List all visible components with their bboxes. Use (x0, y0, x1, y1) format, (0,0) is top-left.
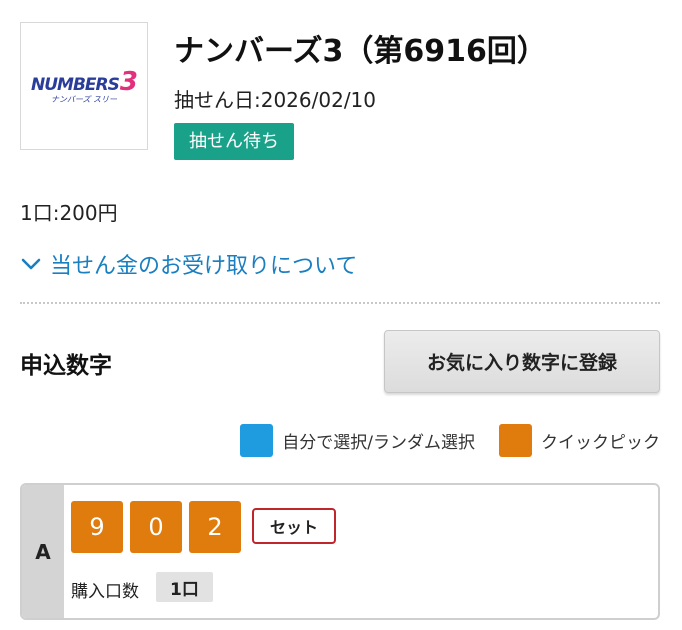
legend-label: クイックピック (541, 433, 660, 453)
quantity-label: 購入口数 (71, 582, 139, 602)
digit-box: 0 (130, 501, 182, 553)
chevron-down-icon (21, 258, 41, 270)
page-title: ナンバーズ3（第6916回） (174, 34, 547, 69)
divider (20, 302, 660, 304)
prize-info-link-text: 当せん金のお受け取りについて (50, 254, 358, 279)
legend-swatch-blue (240, 424, 274, 457)
status-badge: 抽せん待ち (174, 123, 294, 160)
digit-box: 2 (189, 501, 241, 553)
legend-swatch-orange (499, 424, 532, 457)
legend-label: 自分で選択/ランダム選択 (282, 433, 475, 453)
quantity-value: 1口 (156, 572, 213, 602)
section-title: 申込数字 (20, 353, 112, 379)
row-label: A (22, 485, 64, 618)
selected-digits: 9 0 2 (71, 501, 241, 553)
entry-row-a: A 9 0 2 セット 購入口数 1口 (20, 483, 660, 620)
selection-legend: 自分で選択/ランダム選択 クイックピック (240, 424, 660, 457)
lottery-header: NUMBERS 3 ナンバーズ スリー ナンバーズ3（第6916回） 抽せん日:2… (20, 22, 660, 160)
digit-box: 9 (71, 501, 123, 553)
legend-item-quickpick: クイックピック (499, 424, 660, 457)
numbers3-logo: NUMBERS 3 ナンバーズ スリー (20, 22, 148, 150)
prize-info-toggle[interactable]: 当せん金のお受け取りについて (20, 248, 357, 280)
add-favorite-button[interactable]: お気に入り数字に登録 (384, 330, 660, 393)
unit-price: 1口:200円 (20, 201, 118, 225)
logo-number: 3 (119, 67, 138, 97)
legend-item-manual: 自分で選択/ランダム選択 (240, 424, 475, 457)
draw-date: 抽せん日:2026/02/10 (174, 88, 377, 112)
bet-type-badge: セット (252, 508, 337, 544)
logo-word: NUMBERS (31, 75, 120, 95)
